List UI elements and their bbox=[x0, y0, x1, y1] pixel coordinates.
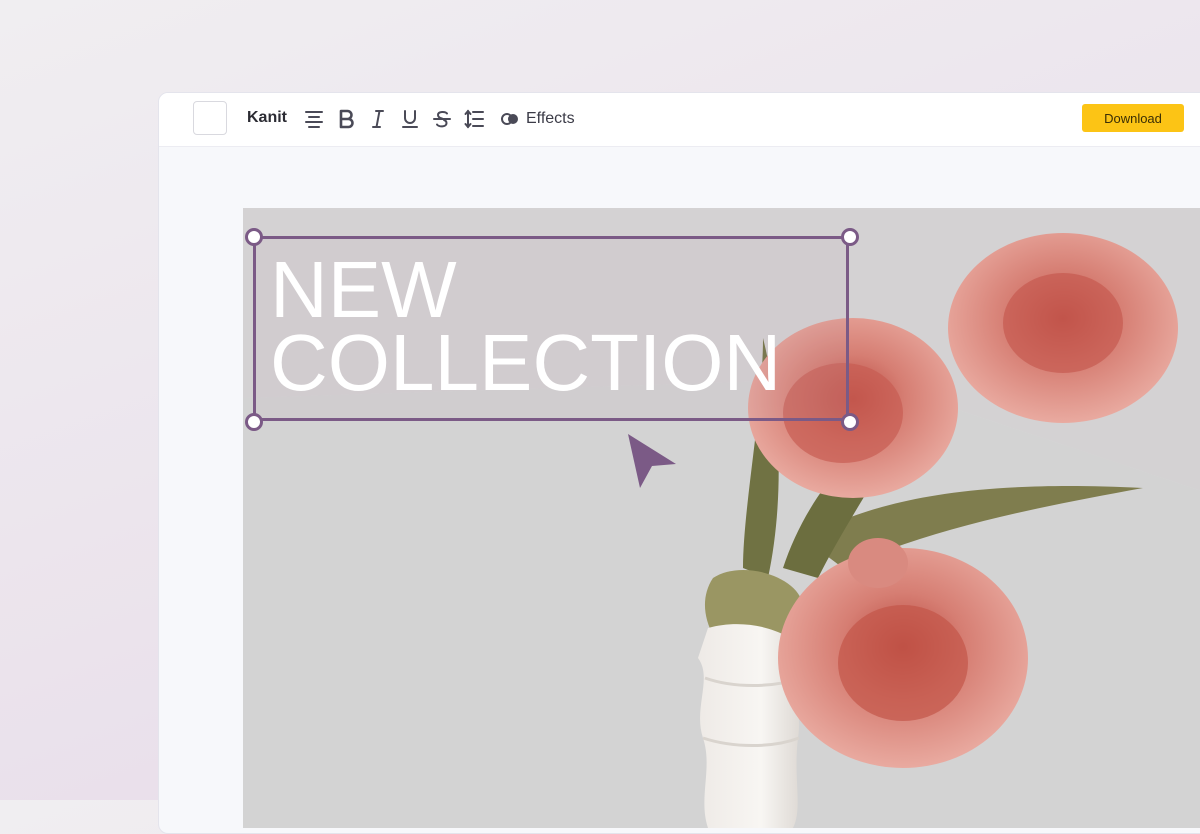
bold-icon[interactable] bbox=[335, 108, 357, 130]
selected-text-box[interactable]: NEW COLLECTION bbox=[253, 236, 849, 421]
effects-button[interactable]: Effects bbox=[501, 107, 575, 131]
headline-line-2: COLLECTION bbox=[270, 318, 782, 407]
resize-handle-top-left[interactable] bbox=[245, 228, 263, 246]
download-button[interactable]: Download bbox=[1082, 104, 1184, 132]
effects-label: Effects bbox=[526, 110, 575, 127]
italic-icon[interactable] bbox=[367, 108, 389, 130]
underline-icon[interactable] bbox=[399, 108, 421, 130]
headline-text[interactable]: NEW COLLECTION bbox=[270, 250, 781, 403]
align-center-icon[interactable] bbox=[303, 108, 325, 130]
resize-handle-bottom-left[interactable] bbox=[245, 413, 263, 431]
line-spacing-icon[interactable] bbox=[463, 108, 485, 130]
resize-handle-top-right[interactable] bbox=[841, 228, 859, 246]
text-toolbar: Kanit Effects Download bbox=[159, 93, 1200, 147]
effects-icon bbox=[501, 113, 518, 125]
text-color-swatch[interactable] bbox=[193, 101, 227, 135]
mouse-cursor-icon bbox=[628, 434, 676, 488]
resize-handle-bottom-right[interactable] bbox=[841, 413, 859, 431]
font-family-selector[interactable]: Kanit bbox=[247, 109, 287, 127]
strikethrough-icon[interactable] bbox=[431, 108, 453, 130]
